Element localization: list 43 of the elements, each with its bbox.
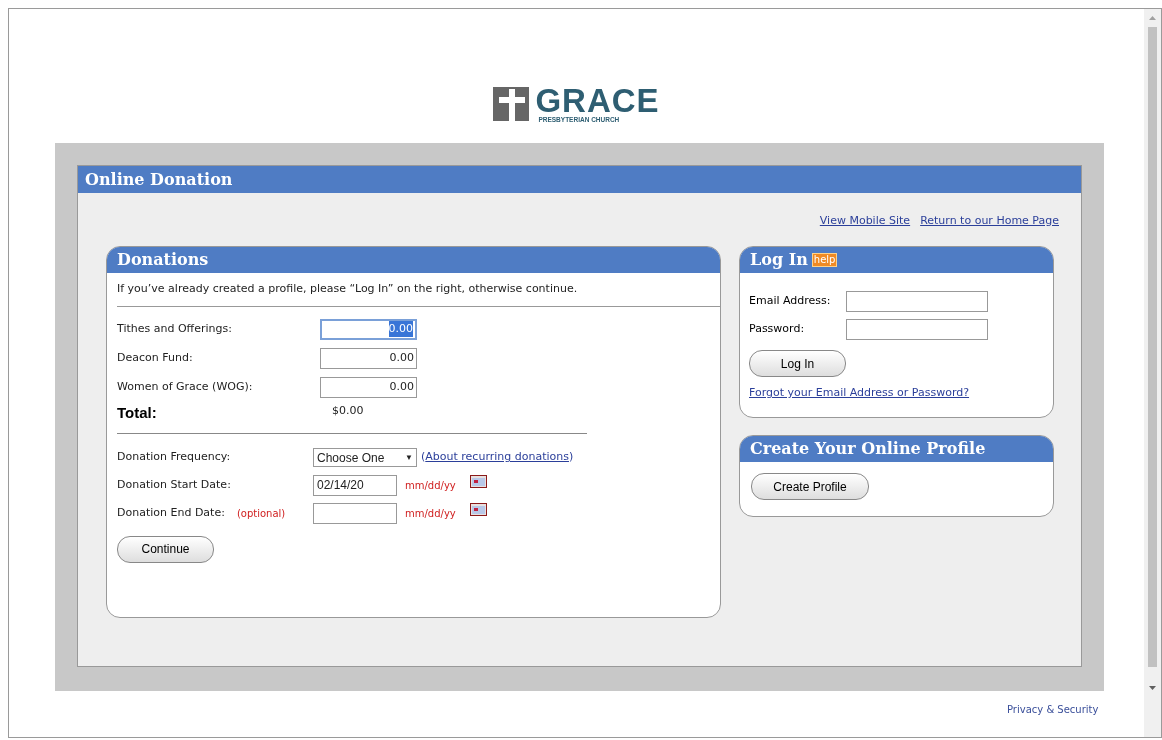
amount-field[interactable]: 0.00 (320, 318, 417, 340)
caret-icon: ▼ (405, 451, 413, 464)
field-label: Donation Frequency: (117, 449, 232, 466)
logo-wordmark: GRACE (535, 84, 660, 118)
field-label: Donation End Date: (117, 505, 225, 522)
forgot-credentials-link[interactable]: Forgot your Email Address or Password? (749, 385, 970, 402)
date-format-hint: mm/dd/yy (405, 507, 456, 521)
field-label: Tithes and Offerings: (117, 320, 233, 337)
field-label: Password: (749, 320, 806, 337)
page-link[interactable]: View Mobile Site (819, 213, 911, 230)
field-label: Donation Start Date: (117, 477, 231, 494)
date-field[interactable] (313, 503, 397, 524)
create-profile-button[interactable]: Create Profile (751, 473, 869, 500)
privacy-link[interactable]: Privacy & Security (1007, 702, 1099, 717)
card-title: Log In (750, 249, 808, 271)
password-field[interactable] (846, 318, 988, 340)
date-format-hint: mm/dd/yy (405, 479, 456, 493)
scrollbar[interactable] (1144, 9, 1161, 737)
email-field[interactable] (846, 290, 988, 312)
total-amount: $0.00 (332, 402, 364, 419)
panel-title: Online Donation (78, 166, 1081, 193)
frequency-dropdown[interactable]: Choose One ▼ (313, 448, 417, 467)
continue-button[interactable]: Continue (117, 535, 214, 563)
calendar-icon[interactable] (469, 475, 487, 488)
recurring-donations-link[interactable]: (About recurring donations) (421, 449, 574, 466)
scroll-up-icon[interactable] (1148, 13, 1157, 23)
optional-note: (optional) (236, 507, 286, 522)
card-title: Donations (107, 247, 720, 273)
amount-field[interactable]: 0.00 (320, 347, 417, 369)
scrollbar-thumb[interactable] (1148, 27, 1157, 667)
card-title: Create Your Online Profile (740, 436, 1053, 462)
intro-text: If you’ve already created a profile, please “Log In” on the right, otherwise continue. (117, 273, 720, 307)
date-field[interactable]: 02/14/20 (313, 475, 397, 496)
calendar-icon[interactable] (469, 503, 487, 516)
total-label: Total: (117, 402, 158, 423)
page-link[interactable]: Return to our Home Page (920, 213, 1059, 230)
cross-icon (493, 87, 530, 121)
field-label: Women of Grace (WOG): (117, 378, 254, 395)
scroll-down-icon[interactable] (1148, 683, 1157, 693)
field-label: Email Address: (749, 292, 832, 309)
login-button[interactable]: Log In (749, 350, 846, 377)
amount-field[interactable]: 0.00 (320, 376, 417, 398)
field-label: Deacon Fund: (117, 349, 194, 366)
